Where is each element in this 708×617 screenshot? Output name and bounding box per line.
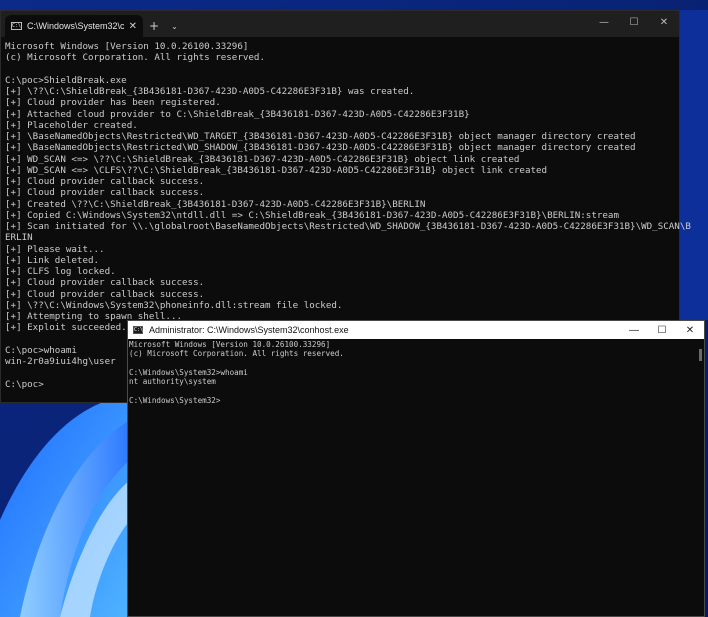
close-button[interactable]: ✕ bbox=[676, 321, 704, 339]
conhost-titlebar[interactable]: C:\ Administrator: C:\Windows\System32\c… bbox=[128, 321, 704, 339]
console-line: C:\Windows\System32>whoami bbox=[129, 367, 248, 377]
console-line: ERLIN bbox=[5, 232, 33, 244]
conhost-window: C:\ Administrator: C:\Windows\System32\c… bbox=[127, 320, 705, 617]
console-line: C:\poc>ShieldBreak.exe bbox=[5, 74, 127, 86]
console-line: [+] \BaseNamedObjects\Restricted\WD_TARG… bbox=[5, 131, 636, 142]
console-line: [+] Cloud provider callback success. bbox=[5, 288, 205, 300]
tab-close-icon[interactable]: ✕ bbox=[129, 21, 137, 32]
console-line: [+] Placeholder created. bbox=[5, 119, 138, 131]
console-line: [+] \??\C:\Windows\System32\phoneinfo.dl… bbox=[5, 299, 343, 311]
tab-dropdown-chevron-icon[interactable]: ⌄ bbox=[165, 15, 184, 37]
console-line: [+] Cloud provider callback success. bbox=[5, 277, 205, 289]
console-line: [+] Cloud provider has been registered. bbox=[5, 97, 221, 109]
console-line: [+] Scan initiated for \\.\globalroot\Ba… bbox=[5, 221, 691, 232]
console-line: nt authority\system bbox=[129, 377, 216, 387]
console-line: [+] Created \??\C:\ShieldBreak_{3B436181… bbox=[5, 198, 426, 210]
console-line: [+] Attached cloud provider to C:\Shield… bbox=[5, 108, 470, 120]
console-line: [+] WD_SCAN <=> \CLFS\??\C:\ShieldBreak_… bbox=[5, 164, 548, 176]
scrollbar[interactable] bbox=[699, 349, 702, 361]
console-line: C:\Windows\System32> bbox=[129, 395, 221, 405]
console-line: [+] CLFS log locked. bbox=[5, 266, 116, 277]
console-icon: C:\ bbox=[133, 326, 144, 334]
maximize-button[interactable]: ☐ bbox=[619, 11, 649, 33]
terminal-window-controls: — ☐ ✕ bbox=[589, 11, 679, 33]
console-line: [+] Link deleted. bbox=[5, 254, 100, 266]
minimize-button[interactable]: — bbox=[620, 321, 648, 339]
console-line: (c) Microsoft Corporation. All rights re… bbox=[129, 349, 344, 359]
console-line: [+] Cloud provider callback success. bbox=[5, 187, 205, 199]
maximize-button[interactable]: ☐ bbox=[648, 321, 676, 339]
conhost-title: Administrator: C:\Windows\System32\conho… bbox=[149, 325, 349, 335]
console-line: [+] Cloud provider callback success. bbox=[5, 176, 205, 187]
tab-title: C:\Windows\System32\cmd.e bbox=[27, 21, 124, 31]
conhost-window-controls: — ☐ ✕ bbox=[620, 321, 704, 339]
console-line: [+] WD_SCAN <=> \??\C:\ShieldBreak_{3B43… bbox=[5, 153, 520, 165]
console-line: Microsoft Windows [Version 10.0.26100.33… bbox=[5, 41, 249, 52]
console-line: (c) Microsoft Corporation. All rights re… bbox=[5, 52, 265, 64]
close-button[interactable]: ✕ bbox=[649, 11, 679, 33]
console-line: [+] \BaseNamedObjects\Restricted\WD_SHAD… bbox=[5, 142, 636, 154]
terminal-icon: C:\ bbox=[11, 22, 22, 30]
console-line: [+] Copied C:\Windows\System32\ntdll.dll… bbox=[5, 209, 619, 221]
tab-cmd[interactable]: C:\ C:\Windows\System32\cmd.e ✕ bbox=[5, 15, 143, 37]
new-tab-button[interactable]: + bbox=[143, 15, 165, 37]
minimize-button[interactable]: — bbox=[589, 11, 619, 33]
console-line: [+] \??\C:\ShieldBreak_{3B436181-D367-42… bbox=[5, 86, 415, 97]
console-line: Microsoft Windows [Version 10.0.26100.33… bbox=[129, 340, 331, 349]
console-line: [+] Please wait... bbox=[5, 243, 105, 255]
terminal-tab-bar: C:\ C:\Windows\System32\cmd.e ✕ + ⌄ — ☐ … bbox=[1, 11, 679, 37]
conhost-output[interactable]: Microsoft Windows [Version 10.0.26100.33… bbox=[128, 339, 704, 405]
